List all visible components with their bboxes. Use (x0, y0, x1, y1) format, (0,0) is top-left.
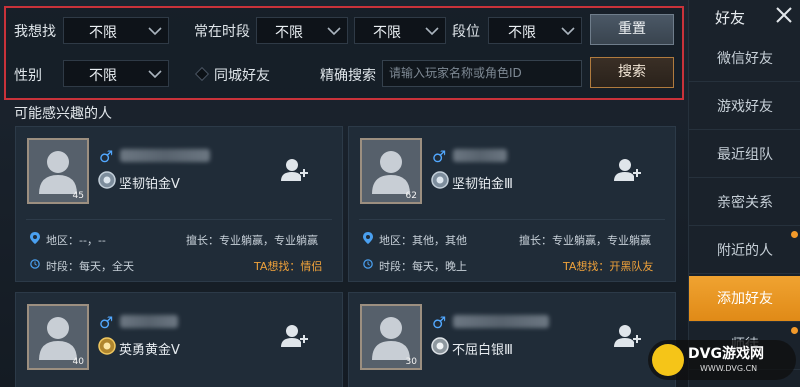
platinum-rank-icon (431, 171, 449, 189)
chevron-down-icon (148, 70, 162, 79)
player-card[interactable]: 62 ♂ 坚韧铂金Ⅲ 地区：其他，其他 擅长：专业躺赢，专业躺赢 时段：每天，晚… (348, 126, 676, 282)
sidebar-item-nearby-people[interactable]: 附近的人 (689, 228, 800, 274)
chevron-down-icon (327, 27, 341, 36)
avatar: 62 (360, 138, 422, 204)
same-city-checkbox[interactable] (194, 66, 210, 82)
avatar-placeholder-icon (39, 317, 77, 360)
time-text: 时段：每天，晚上 (379, 260, 467, 273)
exact-search-label: 精确搜索 (320, 68, 376, 84)
same-city-label[interactable]: 同城好友 (214, 65, 270, 85)
skill-text: 擅长：专业躺赢，专业躺赢 (519, 234, 651, 247)
filter-panel: 我想找 不限 常在时段 不限 不限 段位 不限 重置 性别 不限 同城好友 精确… (4, 6, 684, 100)
sidebar-item-recent-teams[interactable]: 最近组队 (689, 132, 800, 178)
notification-dot (791, 231, 798, 238)
platinum-rank-icon (98, 171, 116, 189)
search-button[interactable]: 搜索 (590, 57, 674, 88)
time-text: 时段：每天，全天 (46, 260, 134, 273)
male-icon: ♂ (432, 147, 447, 166)
sidebar-item-wechat-friends[interactable]: 微信好友 (689, 36, 800, 82)
player-name-blurred (120, 315, 178, 328)
avatar-placeholder-icon (39, 151, 77, 194)
add-friend-icon[interactable] (281, 323, 309, 349)
reset-button[interactable]: 重置 (590, 14, 674, 45)
avatar: 45 (27, 138, 89, 204)
level-badge: 40 (72, 357, 84, 367)
level-badge: 45 (72, 191, 84, 201)
location-pin-icon (30, 232, 40, 244)
gender-label: 性别 (14, 68, 42, 84)
sidebar-item-close-relations[interactable]: 亲密关系 (689, 180, 800, 226)
search-input[interactable]: 请输入玩家名称或角色ID (382, 60, 582, 87)
avatar: 40 (27, 304, 89, 370)
level-badge: 62 (405, 191, 417, 201)
add-friend-icon[interactable] (614, 157, 642, 183)
rank-text: 坚韧铂金Ⅴ (119, 177, 180, 192)
want-text: TA想找：情侣 (254, 260, 323, 273)
male-icon: ♂ (99, 147, 114, 166)
online-time-label: 常在时段 (194, 24, 250, 40)
avatar: 30 (360, 304, 422, 370)
player-name-blurred (120, 149, 210, 162)
level-badge: 30 (405, 357, 417, 367)
skill-text: 擅长：专业躺赢，专业躺赢 (186, 234, 318, 247)
silver-rank-icon (431, 337, 449, 355)
clock-icon (363, 259, 373, 269)
region-text: 地区：--，-- (46, 234, 106, 247)
chevron-down-icon (425, 27, 439, 36)
avatar-placeholder-icon (372, 151, 410, 194)
card-divider (359, 219, 665, 220)
sidebar-title: 好友 (715, 9, 746, 27)
location-pin-icon (363, 232, 373, 244)
chevron-down-icon (148, 27, 162, 36)
card-divider (26, 219, 332, 220)
sidebar-item-game-friends[interactable]: 游戏好友 (689, 84, 800, 130)
gender-dropdown[interactable]: 不限 (63, 60, 169, 87)
male-icon: ♂ (99, 313, 114, 332)
want-text: TA想找：开黑队友 (563, 260, 654, 273)
sidebar-item-add-friend[interactable]: 添加好友 (689, 276, 800, 322)
avatar-placeholder-icon (372, 317, 410, 360)
want-label: 我想找 (14, 24, 56, 40)
close-icon[interactable] (775, 6, 793, 24)
watermark: DVG游戏网 WWW.DVG.CN (648, 340, 796, 380)
add-friend-icon[interactable] (614, 323, 642, 349)
rank-text: 不屈白银Ⅲ (452, 343, 513, 358)
online-time-dropdown-start[interactable]: 不限 (256, 17, 348, 44)
watermark-logo-icon (652, 344, 684, 376)
want-dropdown[interactable]: 不限 (63, 17, 169, 44)
watermark-subtext: WWW.DVG.CN (700, 364, 758, 373)
rank-text: 英勇黄金Ⅴ (119, 343, 180, 358)
online-time-dropdown-end[interactable]: 不限 (354, 17, 446, 44)
chevron-down-icon (561, 27, 575, 36)
player-card[interactable]: 30 ♂ 不屈白银Ⅲ (348, 292, 676, 387)
player-card[interactable]: 45 ♂ 坚韧铂金Ⅴ 地区：--，-- 擅长：专业躺赢，专业躺赢 时段：每天，全… (15, 126, 343, 282)
male-icon: ♂ (432, 313, 447, 332)
rank-dropdown[interactable]: 不限 (488, 17, 582, 44)
notification-dot (791, 327, 798, 334)
gold-rank-icon (98, 337, 116, 355)
section-title: 可能感兴趣的人 (14, 106, 112, 122)
player-card[interactable]: 40 ♂ 英勇黄金Ⅴ (15, 292, 343, 387)
watermark-text: DVG游戏网 (688, 346, 764, 362)
clock-icon (30, 259, 40, 269)
rank-text: 坚韧铂金Ⅲ (452, 177, 513, 192)
region-text: 地区：其他，其他 (379, 234, 467, 247)
player-name-blurred (453, 149, 507, 162)
friends-sidebar: 好友 微信好友 游戏好友 最近组队 亲密关系 附近的人 添加好友 师徒 (688, 0, 800, 387)
player-name-blurred (453, 315, 549, 328)
rank-label: 段位 (452, 24, 480, 40)
add-friend-icon[interactable] (281, 157, 309, 183)
